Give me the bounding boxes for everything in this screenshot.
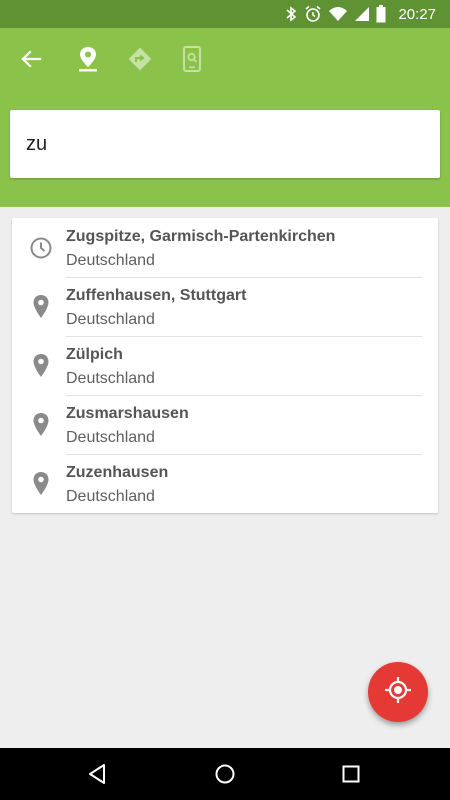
back-arrow-icon[interactable] xyxy=(15,43,47,75)
result-title: Zugspitze, Garmisch-Partenkirchen xyxy=(66,228,336,245)
result-title: Zuzenhausen xyxy=(66,464,169,481)
history-clock-icon xyxy=(28,235,54,261)
result-title: Zuffenhausen, Stuttgart xyxy=(66,287,247,304)
location-pin-icon xyxy=(28,353,54,379)
bluetooth-icon xyxy=(284,6,298,22)
navigation-bar xyxy=(0,748,450,800)
battery-icon xyxy=(376,5,386,23)
result-subtitle: Deutschland xyxy=(66,429,155,446)
search-input[interactable] xyxy=(24,131,426,157)
nav-back-icon[interactable] xyxy=(82,758,114,790)
phone-search-icon[interactable] xyxy=(176,43,208,75)
list-item[interactable]: Zuffenhausen, Stuttgart Deutschland xyxy=(12,277,438,336)
wifi-icon xyxy=(328,6,348,22)
my-location-button[interactable] xyxy=(368,662,428,722)
status-time: 20:27 xyxy=(398,5,436,23)
result-title: Zülpich xyxy=(66,346,123,363)
nav-recents-icon[interactable] xyxy=(335,758,367,790)
result-subtitle: Deutschland xyxy=(66,370,155,387)
search-box[interactable] xyxy=(10,110,440,178)
results-list: Zugspitze, Garmisch-Partenkirchen Deutsc… xyxy=(12,218,438,513)
directions-icon[interactable] xyxy=(124,43,156,75)
result-subtitle: Deutschland xyxy=(66,488,155,505)
location-pin-icon xyxy=(28,471,54,497)
alarm-icon xyxy=(304,5,322,23)
app-header xyxy=(0,28,450,207)
location-pin-icon[interactable] xyxy=(72,43,104,75)
result-title: Zusmarshausen xyxy=(66,405,189,422)
list-item[interactable]: Zuzenhausen Deutschland xyxy=(12,454,438,513)
location-pin-icon xyxy=(28,412,54,438)
result-subtitle: Deutschland xyxy=(66,311,155,328)
my-location-icon xyxy=(384,676,412,709)
toolbar xyxy=(0,28,450,90)
list-item[interactable]: Zugspitze, Garmisch-Partenkirchen Deutsc… xyxy=(12,218,438,277)
list-item[interactable]: Zusmarshausen Deutschland xyxy=(12,395,438,454)
list-item[interactable]: Zülpich Deutschland xyxy=(12,336,438,395)
nav-home-icon[interactable] xyxy=(209,758,241,790)
status-bar: 20:27 xyxy=(0,0,450,28)
signal-icon xyxy=(354,6,370,22)
result-subtitle: Deutschland xyxy=(66,252,155,269)
location-pin-icon xyxy=(28,294,54,320)
